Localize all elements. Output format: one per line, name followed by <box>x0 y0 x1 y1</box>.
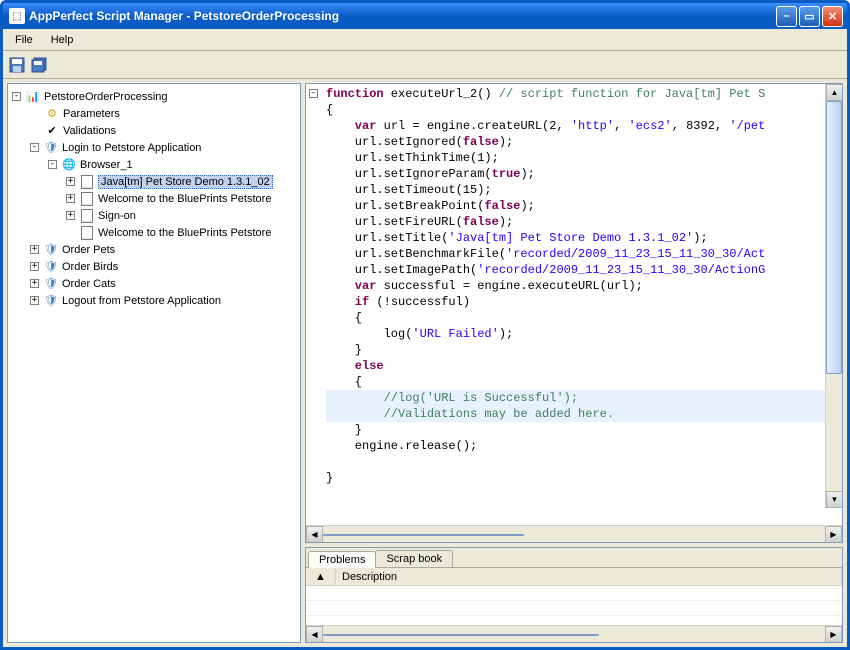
scroll-up-button[interactable]: ▲ <box>826 84 842 101</box>
app-window: ⬚ AppPerfect Script Manager - PetstoreOr… <box>0 0 850 650</box>
expand-icon[interactable]: + <box>30 245 39 254</box>
content-area: -📊PetstoreOrderProcessing ⚙Parameters ✔V… <box>3 79 847 647</box>
tree-label: Order Pets <box>62 244 115 256</box>
scroll-right-button[interactable]: ▶ <box>825 626 842 643</box>
right-panel: - function executeUrl_2() // script func… <box>305 83 843 643</box>
tree-item-validations[interactable]: ✔Validations <box>8 122 300 139</box>
tree-item-order-cats[interactable]: + 🛡Order Cats <box>8 275 300 292</box>
table-row <box>306 616 842 625</box>
horizontal-scrollbar[interactable]: ◀ ▶ <box>306 625 842 642</box>
grid-header: ▲ Description <box>306 568 842 586</box>
minimize-button[interactable]: – <box>776 6 797 27</box>
tree-label: Order Birds <box>62 261 118 273</box>
menu-file[interactable]: File <box>7 32 41 48</box>
scroll-thumb[interactable] <box>323 534 524 536</box>
tree-item-logout[interactable]: + 🛡Logout from Petstore Application <box>8 292 300 309</box>
scroll-track[interactable] <box>826 101 842 491</box>
code-editor[interactable]: - function executeUrl_2() // script func… <box>305 83 843 543</box>
bottom-panel: Problems Scrap book ▲ Description ◀ ▶ <box>305 547 843 643</box>
shield-icon: 🛡 <box>43 293 59 309</box>
page-icon <box>79 208 95 224</box>
tab-scrapbook[interactable]: Scrap book <box>375 550 453 567</box>
table-row <box>306 601 842 616</box>
tree-item-page[interactable]: + Java[tm] Pet Store Demo 1.3.1_02 <box>8 173 300 190</box>
tree-item-page[interactable]: + Sign-on <box>8 207 300 224</box>
tree-item-order-birds[interactable]: + 🛡Order Birds <box>8 258 300 275</box>
expand-icon[interactable]: + <box>30 279 39 288</box>
tree-item-parameters[interactable]: ⚙Parameters <box>8 105 300 122</box>
titlebar[interactable]: ⬚ AppPerfect Script Manager - PetstoreOr… <box>3 3 847 29</box>
tab-row: Problems Scrap book <box>306 548 842 568</box>
shield-icon: 🛡 <box>43 242 59 258</box>
page-icon <box>79 191 95 207</box>
scroll-left-button[interactable]: ◀ <box>306 526 323 543</box>
expand-icon[interactable]: + <box>66 177 75 186</box>
page-icon <box>79 174 95 190</box>
grid-body[interactable] <box>306 586 842 625</box>
sort-column[interactable]: ▲ <box>306 568 336 585</box>
expand-icon[interactable]: + <box>30 296 39 305</box>
shield-icon: 🛡 <box>43 140 59 156</box>
tree-label: Welcome to the BluePrints Petstore <box>98 227 271 239</box>
code-area[interactable]: - function executeUrl_2() // script func… <box>306 84 842 525</box>
tree-item-browser[interactable]: -🌐Browser_1 <box>8 156 300 173</box>
tree-label: Login to Petstore Application <box>62 142 201 154</box>
close-button[interactable]: ✕ <box>822 6 843 27</box>
globe-icon: 🌐 <box>61 157 77 173</box>
tree-item-login[interactable]: -🛡Login to Petstore Application <box>8 139 300 156</box>
collapse-icon[interactable]: - <box>48 160 57 169</box>
window-title: AppPerfect Script Manager - PetstoreOrde… <box>29 9 776 23</box>
tree-label: Validations <box>63 125 116 137</box>
tree-label: PetstoreOrderProcessing <box>44 91 168 103</box>
save-icon[interactable] <box>9 57 25 73</box>
page-icon <box>79 225 95 241</box>
window-controls: – ▭ ✕ <box>776 6 843 27</box>
check-icon: ✔ <box>44 123 60 139</box>
scroll-left-button[interactable]: ◀ <box>306 626 323 643</box>
tree-item-page[interactable]: Welcome to the BluePrints Petstore <box>8 224 300 241</box>
scroll-thumb[interactable] <box>323 634 599 636</box>
tree-item-page[interactable]: + Welcome to the BluePrints Petstore <box>8 190 300 207</box>
expand-icon[interactable]: + <box>30 262 39 271</box>
tree-label: Logout from Petstore Application <box>62 295 221 307</box>
table-row <box>306 586 842 601</box>
horizontal-scrollbar[interactable]: ◀ ▶ <box>306 525 842 542</box>
description-column[interactable]: Description <box>336 568 842 585</box>
tree-label: Browser_1 <box>80 159 133 171</box>
tree-label: Order Cats <box>62 278 116 290</box>
shield-icon: 🛡 <box>43 259 59 275</box>
toolbar <box>3 51 847 79</box>
shield-icon: 🛡 <box>43 276 59 292</box>
maximize-button[interactable]: ▭ <box>799 6 820 27</box>
vertical-scrollbar[interactable]: ▲ ▼ <box>825 84 842 508</box>
collapse-icon[interactable]: - <box>12 92 21 101</box>
fold-icon[interactable]: - <box>309 89 318 98</box>
tree-item-order-pets[interactable]: + 🛡Order Pets <box>8 241 300 258</box>
project-tree[interactable]: -📊PetstoreOrderProcessing ⚙Parameters ✔V… <box>7 83 301 643</box>
expand-icon[interactable]: + <box>66 211 75 220</box>
tab-problems[interactable]: Problems <box>308 551 376 568</box>
scroll-right-button[interactable]: ▶ <box>825 526 842 543</box>
scroll-thumb[interactable] <box>826 101 842 374</box>
app-icon: ⬚ <box>9 8 25 24</box>
scroll-down-button[interactable]: ▼ <box>826 491 842 508</box>
tree-label: Sign-on <box>98 210 136 222</box>
menu-help[interactable]: Help <box>43 32 82 48</box>
tree-label: Parameters <box>63 108 120 120</box>
gear-icon: ⚙ <box>44 106 60 122</box>
code-content[interactable]: function executeUrl_2() // script functi… <box>306 84 842 488</box>
save-all-icon[interactable] <box>31 57 47 73</box>
fold-gutter: - <box>309 86 318 98</box>
expand-icon[interactable]: + <box>66 194 75 203</box>
tree-label: Welcome to the BluePrints Petstore <box>98 193 271 205</box>
menubar: File Help <box>3 29 847 51</box>
tree-root[interactable]: -📊PetstoreOrderProcessing <box>8 88 300 105</box>
collapse-icon[interactable]: - <box>30 143 39 152</box>
project-icon: 📊 <box>25 89 41 105</box>
tree-label-selected: Java[tm] Pet Store Demo 1.3.1_02 <box>98 175 273 189</box>
